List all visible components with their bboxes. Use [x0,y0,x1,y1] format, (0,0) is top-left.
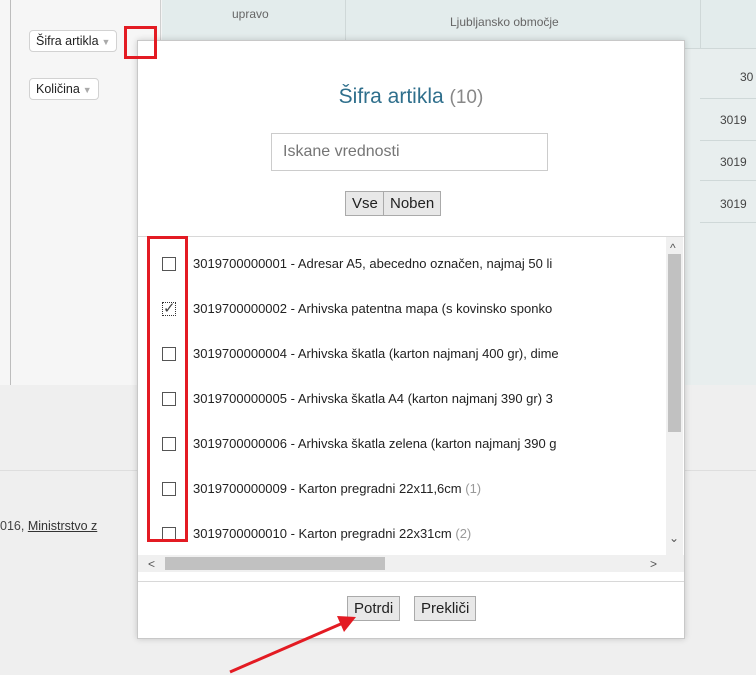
item-label: 3019700000010 - Karton pregradni 22x31cm… [193,526,472,541]
footer-text: 016, [0,519,28,533]
footer-ministry-link[interactable]: Ministrstvo z [28,519,97,533]
filter-dialog: Šifra artikla (10) Vse Noben 30197000000… [137,40,685,639]
dialog-title: Šifra artikla (10) [138,85,684,109]
select-none-button[interactable]: Noben [383,191,442,216]
list-item[interactable]: 3019700000004 - Arhivska škatla (karton … [138,344,666,364]
chevron-down-icon[interactable]: ▼ [102,37,111,47]
grid-row-divider [700,222,756,223]
item-label: 3019700000005 - Arhivska škatla A4 (kart… [193,391,553,406]
list-item[interactable]: 3019700000010 - Karton pregradni 22x31cm… [138,524,666,544]
field-label: Šifra artikla [36,34,99,48]
column-header: Ljubljansko območje [450,15,559,29]
grid-row-divider [700,180,756,181]
item-label: 3019700000002 - Arhivska patentna mapa (… [193,301,553,316]
list-item[interactable]: 3019700000002 - Arhivska patentna mapa (… [138,299,666,319]
footer-copyright: 016, Ministrstvo z [0,519,97,533]
select-all-button[interactable]: Vse [345,191,385,216]
field-sifra-artikla[interactable]: Šifra artikla ▼ [29,30,118,52]
scroll-right-icon[interactable]: > [650,557,657,571]
grid-row-divider [700,140,756,141]
grid-cell: 3019 [720,113,747,127]
dialog-divider [138,581,684,582]
scroll-down-icon[interactable]: ⌄ [669,531,679,545]
panel-divider [10,0,11,385]
item-label: 3019700000004 - Arhivska škatla (karton … [193,346,559,361]
dialog-title-count: (10) [449,87,484,108]
item-label: 3019700000001 - Adresar A5, abecedno ozn… [193,256,553,271]
annotation-arrow-icon [229,616,356,674]
grid-divider [700,0,701,48]
grid-cell: 3019 [720,155,747,169]
chevron-down-icon[interactable]: ▼ [83,85,92,95]
grid-cell: 30 [740,70,754,84]
scroll-up-icon[interactable]: ^ [670,241,676,255]
dialog-title-text: Šifra artikla [338,85,444,108]
item-label: 3019700000006 - Arhivska škatla zelena (… [193,436,557,451]
column-header: upravo [232,7,269,21]
field-kolicina[interactable]: Količina ▼ [29,78,99,100]
grid-row-divider [700,98,756,99]
scroll-left-icon[interactable]: < [148,557,155,571]
annotation-highlight-checkboxes [147,236,188,542]
vertical-scrollbar-thumb[interactable] [668,254,681,432]
list-item[interactable]: 3019700000006 - Arhivska škatla zelena (… [138,434,666,454]
field-label: Količina [36,82,80,96]
horizontal-scrollbar-thumb[interactable] [165,557,385,570]
grid-cell: 3019 [720,197,747,211]
list-item[interactable]: 3019700000009 - Karton pregradni 22x11,6… [138,479,666,499]
item-label: 3019700000009 - Karton pregradni 22x11,6… [193,481,482,496]
list-item[interactable]: 3019700000005 - Arhivska škatla A4 (kart… [138,389,666,409]
list-item[interactable]: 3019700000001 - Adresar A5, abecedno ozn… [138,254,666,274]
cancel-button[interactable]: Prekliči [414,596,477,621]
value-list: 3019700000001 - Adresar A5, abecedno ozn… [138,237,666,555]
search-input[interactable] [271,133,548,171]
annotation-highlight-dropdown [124,26,157,59]
